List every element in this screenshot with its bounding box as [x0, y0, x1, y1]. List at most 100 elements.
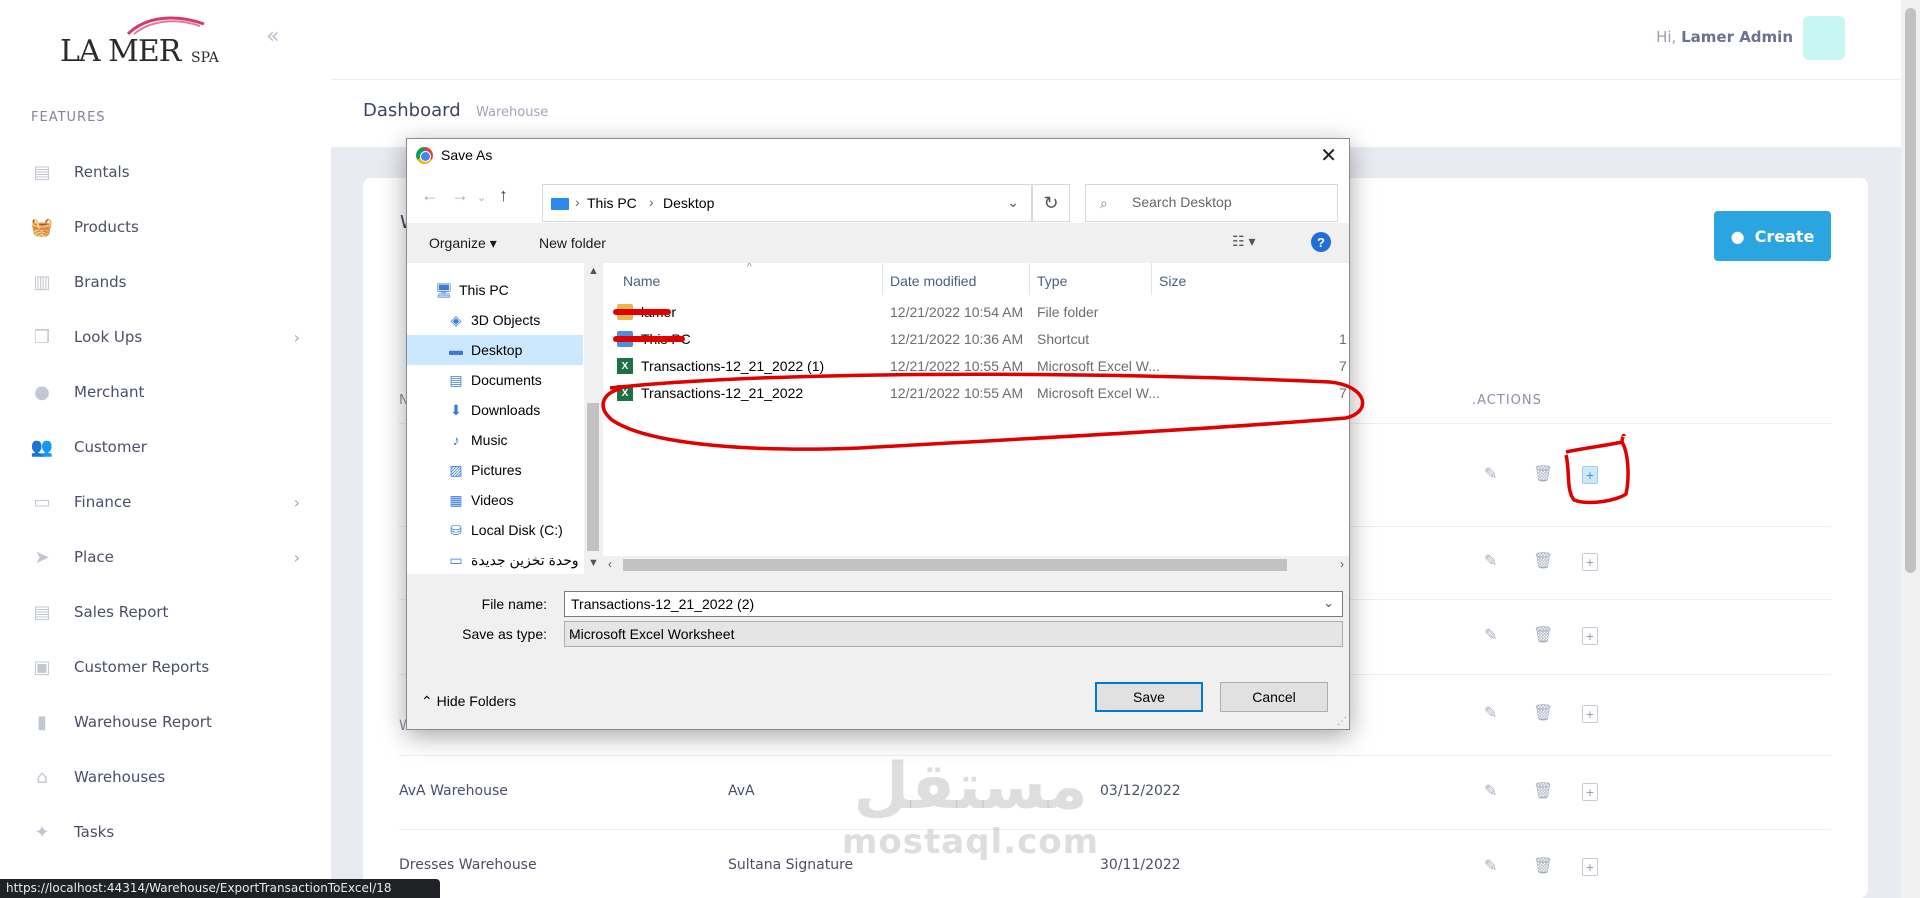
refresh-button[interactable]: ↻ [1032, 184, 1070, 222]
column-header-date[interactable]: Date modified [890, 273, 976, 289]
nav-tree-item[interactable]: ▦ Videos [407, 485, 583, 515]
search-icon: ⌕ [1100, 195, 1108, 211]
view-options-icon[interactable]: ☷ ▾ [1232, 233, 1255, 250]
delete-icon[interactable]: 🗑 [1533, 856, 1553, 875]
dialog-titlebar[interactable]: Save As ✕ [407, 139, 1349, 171]
sidebar-item-look-ups[interactable]: ❐ Look Ups › [30, 317, 300, 357]
sidebar-item-sales-report[interactable]: ▤ Sales Report [30, 592, 300, 632]
resize-grip-icon[interactable]: ⋰ [1337, 716, 1347, 727]
new-folder-button[interactable]: New folder [539, 235, 606, 251]
scrollbar-thumb[interactable] [587, 403, 599, 551]
up-arrow-icon[interactable]: ↑ [499, 185, 508, 206]
organize-button[interactable]: Organize ▾ [429, 235, 497, 252]
nav-tree-item[interactable]: 🖥 This PC [407, 275, 583, 305]
sidebar-item-merchant[interactable]: ● Merchant [30, 372, 300, 412]
sidebar-item-brands[interactable]: ▥ Brands [30, 262, 300, 302]
export-excel-icon[interactable]: + [1582, 553, 1598, 571]
avatar[interactable] [1803, 16, 1845, 60]
back-arrow-icon[interactable]: ← [421, 185, 439, 206]
sidebar-item-products[interactable]: 🧺 Products [30, 207, 300, 247]
page-scrollbar[interactable] [1901, 0, 1920, 898]
user-greeting[interactable]: Hi, Lamer Admin [1656, 28, 1793, 46]
help-icon[interactable]: ? [1311, 232, 1331, 252]
nav-tree-item[interactable]: ⛁ Local Disk (C:) [407, 515, 583, 545]
column-header-name[interactable]: Name [623, 273, 660, 289]
file-row[interactable]: X Transactions-12_21_2022 (1) 12/21/2022 1… [603, 353, 1349, 379]
edit-icon[interactable]: ✎ [1484, 464, 1497, 483]
file-row[interactable]: lamer12/21/2022 10:54 AMFile folder [603, 299, 1349, 325]
sidebar-item-customer[interactable]: 👥 Customer [30, 427, 300, 467]
delete-icon[interactable]: 🗑 [1533, 464, 1553, 483]
address-segment-folder[interactable]: Desktop [663, 195, 714, 211]
nav-tree-item[interactable]: ◈ 3D Objects [407, 305, 583, 335]
nav-tree-item[interactable]: ▤ Documents [407, 365, 583, 395]
pictures-icon: ▨ [449, 461, 463, 478]
nav-tree-item[interactable]: ♪ Music [407, 425, 583, 455]
nav-tree-item[interactable]: ▬ Desktop [407, 335, 583, 365]
chevron-down-icon[interactable]: ⌄ [569, 626, 1334, 643]
file-row[interactable]: This PC12/21/2022 10:36 AMShortcut1 [603, 326, 1349, 352]
sidebar-item-rentals[interactable]: ▤ Rentals [30, 152, 300, 192]
export-excel-icon[interactable]: + [1582, 627, 1598, 645]
dialog-toolbar: Organize ▾ New folder ☷ ▾ ? [407, 223, 1349, 263]
delete-icon[interactable]: 🗑 [1533, 703, 1553, 722]
edit-icon[interactable]: ✎ [1484, 703, 1497, 722]
scrollbar-thumb[interactable] [623, 559, 1287, 571]
scrollbar-thumb[interactable] [1905, 8, 1916, 573]
scroll-down-icon[interactable]: ▼ [588, 557, 599, 569]
file-row[interactable]: X Transactions-12_21_2022 12/21/2022 10:55… [603, 380, 1349, 406]
hide-folders-button[interactable]: ⌃ Hide Folders [421, 693, 516, 710]
nav-tree-item[interactable]: ▭ وحدة تخزين جديدة [407, 545, 583, 575]
save-type-select[interactable]: Microsoft Excel Worksheet ⌄ [564, 621, 1343, 647]
edit-icon[interactable]: ✎ [1484, 781, 1497, 800]
save-button[interactable]: Save [1095, 682, 1203, 712]
scroll-right-icon[interactable]: › [1340, 557, 1344, 571]
edit-icon[interactable]: ✎ [1484, 625, 1497, 644]
delete-icon[interactable]: 🗑 [1533, 551, 1553, 570]
nav-scrollbar[interactable]: ▲ ▼ [584, 263, 602, 574]
export-excel-icon[interactable]: + [1582, 705, 1598, 723]
delete-icon[interactable]: 🗑 [1533, 625, 1553, 644]
breadcrumb-sub[interactable]: Warehouse [476, 105, 548, 120]
close-icon[interactable]: ✕ [1320, 143, 1337, 168]
address-bar[interactable]: › This PC › Desktop ⌄ [542, 184, 1032, 222]
brand-logo[interactable]: LA MER SPA [58, 14, 233, 74]
column-header-size[interactable]: Size [1159, 273, 1186, 289]
sidebar-item-label: Rentals [74, 163, 130, 181]
collapse-sidebar-icon[interactable]: « [266, 24, 279, 49]
chevron-right-icon: › [293, 327, 300, 347]
export-excel-icon[interactable]: + [1582, 858, 1598, 876]
export-excel-icon[interactable]: + [1582, 783, 1598, 801]
file-type: Microsoft Excel W... [1037, 358, 1160, 374]
sidebar-item-place[interactable]: ➤ Place › [30, 537, 300, 577]
file-list-hscrollbar[interactable]: ‹ › [603, 556, 1349, 574]
column-header-type[interactable]: Type [1037, 273, 1067, 289]
search-box[interactable]: ⌕ [1085, 184, 1338, 222]
nav-tree-item[interactable]: ⬇ Downloads [407, 395, 583, 425]
scroll-left-icon[interactable]: ‹ [608, 557, 612, 571]
delete-icon[interactable]: 🗑 [1533, 781, 1553, 800]
forward-arrow-icon[interactable]: → [451, 185, 469, 206]
sidebar-item-warehouse-report[interactable]: ▮ Warehouse Report [30, 702, 300, 742]
warehouse-icon: ⌂ [36, 766, 48, 788]
sidebar-item-finance[interactable]: ▭ Finance › [30, 482, 300, 522]
edit-icon[interactable]: ✎ [1484, 856, 1497, 875]
sidebar-item-label: Customer [74, 438, 147, 456]
scroll-up-icon[interactable]: ▲ [588, 265, 599, 277]
search-input[interactable] [1132, 194, 1332, 210]
copy-icon: ❐ [33, 326, 51, 348]
sidebar-item-tasks[interactable]: ✦ Tasks [30, 812, 300, 852]
export-excel-icon[interactable]: + [1582, 466, 1598, 484]
file-name-input[interactable] [571, 596, 1311, 612]
cancel-button[interactable]: Cancel [1220, 682, 1328, 712]
sidebar-item-customer-reports[interactable]: ▣ Customer Reports [30, 647, 300, 687]
create-button[interactable]: ● Create [1714, 211, 1831, 261]
chevron-down-icon[interactable]: ⌄ [1007, 194, 1019, 211]
edit-icon[interactable]: ✎ [1484, 551, 1497, 570]
address-segment-root[interactable]: This PC [587, 195, 637, 211]
sidebar-item-warehouses[interactable]: ⌂ Warehouses [30, 757, 300, 797]
chevron-down-icon[interactable]: ⌄ [1323, 595, 1334, 611]
file-name-field[interactable]: ⌄ [564, 591, 1343, 617]
nav-tree-item[interactable]: ▨ Pictures [407, 455, 583, 485]
recent-chevron-icon[interactable]: ⌄ [477, 191, 486, 204]
